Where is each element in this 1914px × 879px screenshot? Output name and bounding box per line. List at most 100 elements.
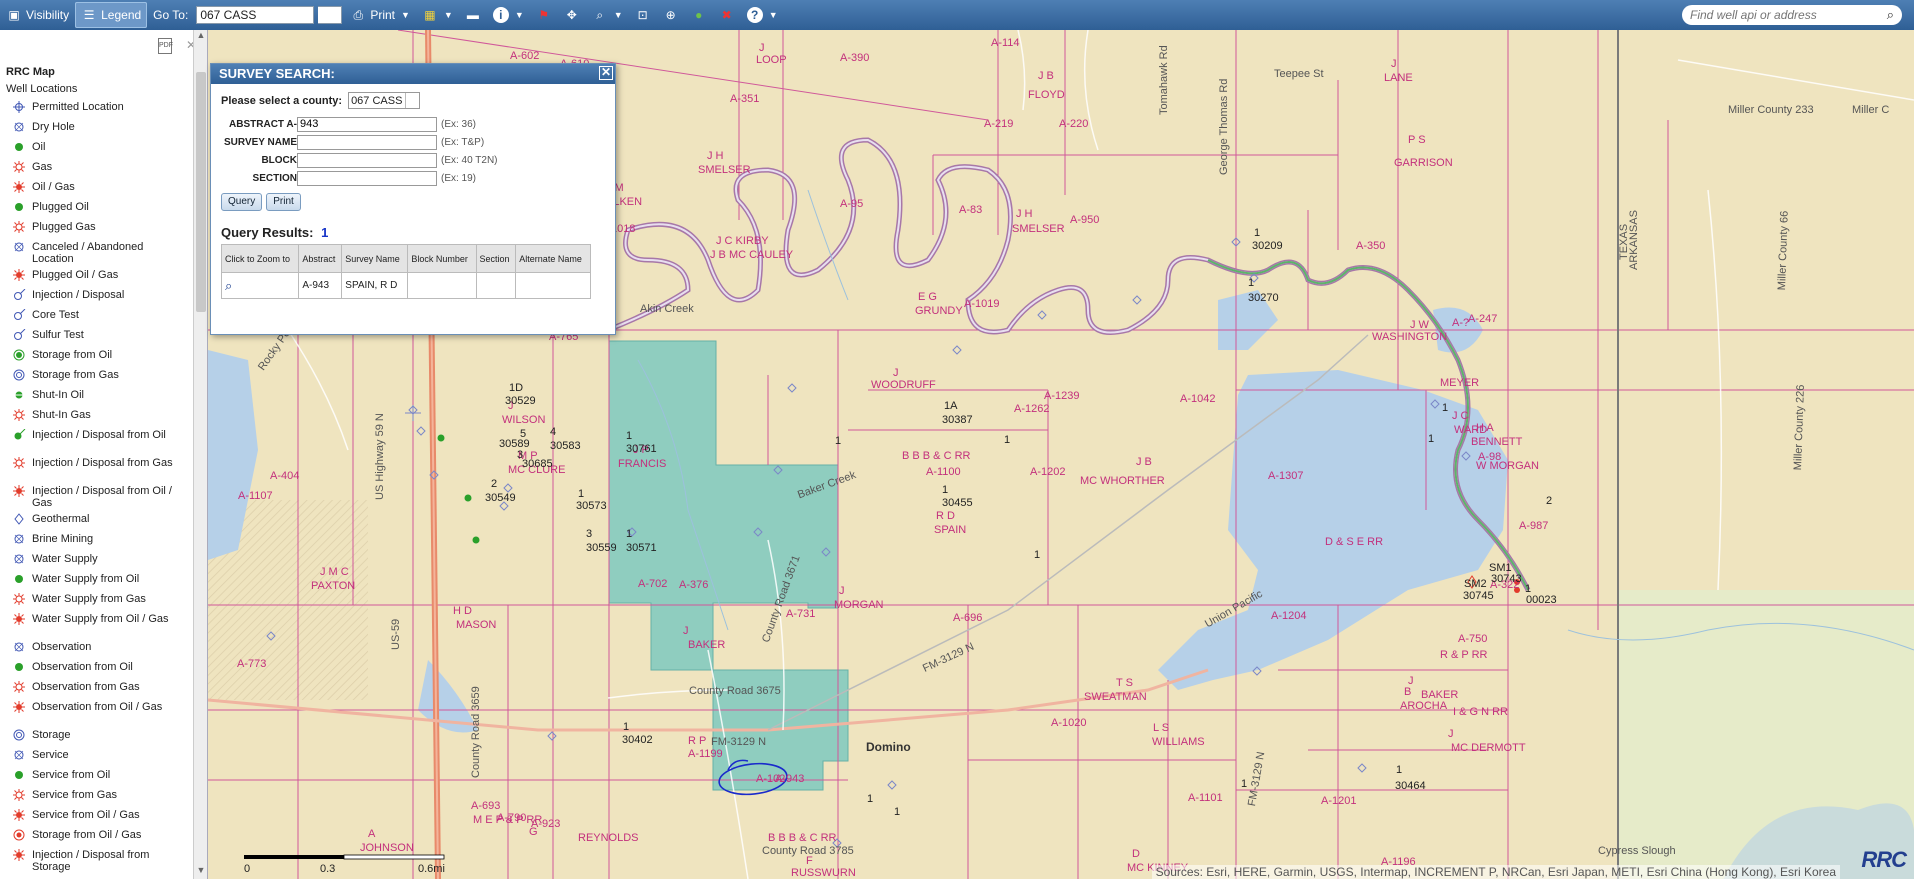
legend-item: Water Supply from Oil / Gas [6,611,190,639]
search-icon[interactable]: ⌕ [1887,7,1894,23]
legend-panel: PDF ✕ RRC Map Well Locations Permitted L… [0,30,208,879]
survey-label: B [1404,686,1412,698]
info-button[interactable]: i ▼ [487,2,530,28]
survey-label: A-1042 [1180,393,1216,405]
county-row: Please select a county: 067 CASS [221,92,605,109]
scroll-up-icon[interactable]: ▲ [194,30,207,44]
survey-label: J H [707,150,724,162]
survey-label: J [1408,675,1414,687]
well-label: 1 [1034,549,1041,561]
close-icon[interactable]: ✕ [599,66,613,80]
goto-dropdown[interactable] [318,6,343,24]
survey-label: SPAIN [934,524,967,536]
field-input[interactable] [297,170,437,186]
survey-label: J [893,367,899,379]
legend-item: Water Supply [6,551,190,571]
target-button[interactable]: ⊕ [657,2,685,28]
visibility-button[interactable]: ▣ Visibility [0,2,75,28]
well-label: 1 [835,435,842,447]
survey-label: J [683,625,689,637]
survey-label: SMELSER [698,164,751,176]
results-column-header: Alternate Name [515,244,591,273]
legend-button[interactable]: ☰ Legend [75,2,148,28]
legend-item: Injection / Disposal from Storage [6,847,190,875]
pdf-icon[interactable]: PDF [158,38,173,54]
abstract-cell: A-943 [298,272,343,299]
pan-icon: ✥ [566,8,577,22]
oilgas-symbol-icon [6,269,32,281]
survey-label: MEYER [1440,377,1480,389]
survey-label: SMELSER [1012,223,1065,235]
legend-item-label: Oil / Gas [32,181,75,193]
survey-label: J [759,42,765,54]
well-label: 1 [1442,402,1449,414]
pan-button[interactable]: ✥ [558,2,586,28]
survey-label: A-790 [497,812,527,824]
survey-label: A-351 [730,93,760,105]
survey-label: J B [1038,70,1054,82]
injection-symbol-icon [6,289,32,301]
zoom-button[interactable]: ⌕ ▼ [586,2,629,28]
oilgas-symbol-icon [6,809,32,821]
survey-label: A-1020 [1051,717,1087,729]
survey-label: WILSON [502,414,546,426]
field-input[interactable] [297,134,437,150]
results-table: Click to Zoom to Abstract Survey Name Block… [220,244,591,299]
print-button[interactable]: Print [266,193,301,211]
stop-button[interactable]: ✖ [713,2,741,28]
gas-symbol-icon [6,409,32,421]
field-input[interactable] [297,116,437,132]
survey-label: J W [1410,319,1429,331]
layers-button[interactable]: ▦ ▼ [416,2,459,28]
zoom-cell[interactable]: ⌕ [220,272,300,299]
toolbar: ▣ Visibility ☰ Legend Go To: ⎙ Print ▼ ▦… [0,0,1914,30]
legend-scrollbar[interactable]: ▲ ▼ [193,30,207,879]
permitted-symbol-icon [6,101,32,113]
help-button[interactable]: ? ▼ [741,2,784,28]
road-label: County Road 3675 [689,685,781,697]
field-example: (Ex: 40 T2N) [441,154,498,166]
scroll-thumb[interactable] [196,72,206,312]
zoom-icon: ⌕ [596,8,604,22]
zoom-to-icon[interactable]: ⌕ [225,278,232,293]
survey-label: J B MC CAULEY [710,249,794,261]
legend-item: Injection / Disposal [6,287,190,307]
legend-item-label: Core Test [32,309,79,321]
well-label: 1 [1396,764,1403,776]
well-label: 30745 [1463,590,1494,602]
legend-section-title: Well Locations [6,83,78,95]
scale-zero: 0 [244,863,251,875]
results-body: ⌕ A-943 SPAIN, R D [220,272,591,299]
shut-oil-symbol-icon [6,389,32,401]
dry-symbol-icon [6,749,32,761]
survey-label: A-1262 [1014,403,1050,415]
gas-symbol-icon [6,789,32,801]
oilgas-symbol-icon [6,181,32,193]
survey-label: R P [688,735,707,747]
field-input[interactable] [297,152,437,168]
survey-label: FLOYD [1028,89,1065,101]
legend-item-label: Shut-In Oil [32,389,84,401]
survey-label: A-731 [786,608,816,620]
scroll-down-icon[interactable]: ▼ [194,865,207,879]
print-icon: ⎙ [353,8,364,22]
globe-button[interactable]: ● [685,2,713,28]
survey-label: W MORGAN [1476,460,1539,472]
well-label: 2 [1546,495,1553,507]
storage-gas-symbol-icon [6,369,32,381]
survey-label: J [839,585,845,597]
storage-oil-symbol-icon [6,349,32,361]
query-button[interactable]: Query [221,193,263,211]
legend-item: Oil / Gas [6,179,190,199]
field-example: (Ex: T&P) [441,136,485,148]
measure-button[interactable]: ▬ [459,2,487,28]
road-label: ARKANSAS [1628,210,1640,270]
legend-item-label: Injection / Disposal from Oil / Gas [32,485,172,509]
find-well-input[interactable] [1690,8,1887,22]
print-button[interactable]: ⎙ Print ▼ [344,2,416,28]
injection-symbol-icon [6,329,32,341]
goto-input[interactable] [196,6,315,24]
county-select[interactable]: 067 CASS [348,92,421,109]
flag-button[interactable]: ⚑ [530,2,558,28]
zoom-extent-button[interactable]: ⊡ [629,2,657,28]
